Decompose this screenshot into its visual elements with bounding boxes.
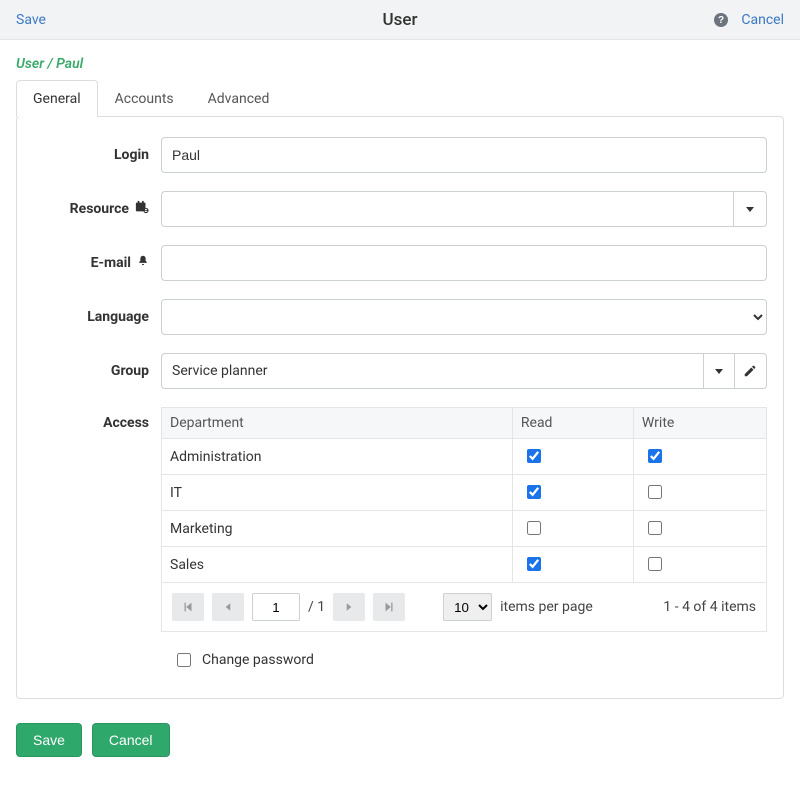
- pager-prev-button[interactable]: [212, 593, 244, 621]
- cell-dept: Administration: [162, 439, 513, 475]
- tab-advanced[interactable]: Advanced: [191, 80, 287, 117]
- pager-perpage-label: items per page: [500, 599, 593, 615]
- cancel-button[interactable]: Cancel: [92, 723, 170, 757]
- cell-write: [633, 475, 766, 511]
- pager-range: 1 - 4 of 4 items: [663, 599, 756, 615]
- tab-accounts[interactable]: Accounts: [98, 80, 191, 117]
- label-access: Access: [33, 407, 161, 431]
- label-resource-text: Resource: [70, 201, 129, 217]
- col-read[interactable]: Read: [512, 408, 633, 439]
- pager: / 1 10 items per page 1 - 4 of 4 items: [161, 583, 767, 632]
- header-save-link[interactable]: Save: [16, 12, 46, 28]
- chevron-down-icon: [715, 369, 723, 374]
- pager-page-input[interactable]: [252, 593, 300, 621]
- write-checkbox[interactable]: [648, 449, 662, 463]
- tab-general[interactable]: General: [16, 80, 98, 117]
- row-group: Group Service planner: [33, 353, 767, 389]
- cell-write: [633, 439, 766, 475]
- table-row: IT: [162, 475, 767, 511]
- pager-perpage-select[interactable]: 10: [443, 593, 492, 621]
- next-page-icon: [343, 601, 355, 613]
- change-password-checkbox[interactable]: [177, 653, 191, 667]
- page-title: User: [383, 10, 418, 30]
- cell-write: [633, 511, 766, 547]
- chevron-down-icon: [746, 207, 754, 212]
- login-input[interactable]: [161, 137, 767, 173]
- svg-text:?: ?: [718, 15, 724, 26]
- label-language: Language: [33, 309, 161, 325]
- label-email: E-mail: [33, 255, 161, 271]
- label-email-text: E-mail: [91, 255, 131, 271]
- pager-next-button[interactable]: [333, 593, 365, 621]
- cell-read: [512, 439, 633, 475]
- row-email: E-mail: [33, 245, 767, 281]
- access-table: Department Read Write AdministrationITMa…: [161, 407, 767, 583]
- cell-read: [512, 511, 633, 547]
- change-password-label[interactable]: Change password: [202, 652, 314, 668]
- label-resource: Resource: [33, 200, 161, 218]
- row-login: Login: [33, 137, 767, 173]
- resource-select[interactable]: [161, 191, 733, 227]
- read-checkbox[interactable]: [527, 449, 541, 463]
- general-panel: Login Resource: [16, 116, 784, 699]
- write-checkbox[interactable]: [648, 485, 662, 499]
- header-cancel-link[interactable]: Cancel: [741, 12, 784, 28]
- language-select[interactable]: [161, 299, 767, 335]
- row-change-password: Change password: [33, 650, 767, 670]
- email-input[interactable]: [161, 245, 767, 281]
- save-button[interactable]: Save: [16, 723, 82, 757]
- row-resource: Resource: [33, 191, 767, 227]
- cell-read: [512, 475, 633, 511]
- group-edit-button[interactable]: [735, 353, 767, 389]
- pager-total-pages: 1: [317, 599, 325, 615]
- write-checkbox[interactable]: [648, 557, 662, 571]
- row-access: Access Department Read Write Administrat…: [33, 407, 767, 632]
- edit-icon: [743, 364, 757, 378]
- pager-last-button[interactable]: [373, 593, 405, 621]
- breadcrumb: User / Paul: [0, 40, 800, 80]
- page-header: Save User ? Cancel: [0, 0, 800, 40]
- help-icon[interactable]: ?: [713, 12, 729, 28]
- tab-bar: General Accounts Advanced: [0, 80, 800, 117]
- pager-first-button[interactable]: [172, 593, 204, 621]
- col-write[interactable]: Write: [633, 408, 766, 439]
- read-checkbox[interactable]: [527, 557, 541, 571]
- label-login: Login: [33, 147, 161, 163]
- group-dropdown-button[interactable]: [703, 353, 735, 389]
- bell-icon: [137, 255, 149, 271]
- cell-dept: Sales: [162, 547, 513, 583]
- cell-write: [633, 547, 766, 583]
- calendar-user-icon: [135, 200, 149, 218]
- col-dept[interactable]: Department: [162, 408, 513, 439]
- cell-read: [512, 547, 633, 583]
- last-page-icon: [382, 600, 396, 614]
- group-select[interactable]: Service planner: [161, 353, 703, 389]
- row-language: Language: [33, 299, 767, 335]
- pager-total: / 1: [308, 599, 325, 615]
- read-checkbox[interactable]: [527, 485, 541, 499]
- prev-page-icon: [222, 601, 234, 613]
- resource-dropdown-button[interactable]: [733, 191, 767, 227]
- cell-dept: IT: [162, 475, 513, 511]
- group-value: Service planner: [172, 363, 268, 379]
- first-page-icon: [181, 600, 195, 614]
- write-checkbox[interactable]: [648, 521, 662, 535]
- read-checkbox[interactable]: [527, 521, 541, 535]
- label-group: Group: [33, 363, 161, 379]
- table-row: Administration: [162, 439, 767, 475]
- table-row: Marketing: [162, 511, 767, 547]
- cell-dept: Marketing: [162, 511, 513, 547]
- footer-buttons: Save Cancel: [0, 723, 800, 789]
- table-row: Sales: [162, 547, 767, 583]
